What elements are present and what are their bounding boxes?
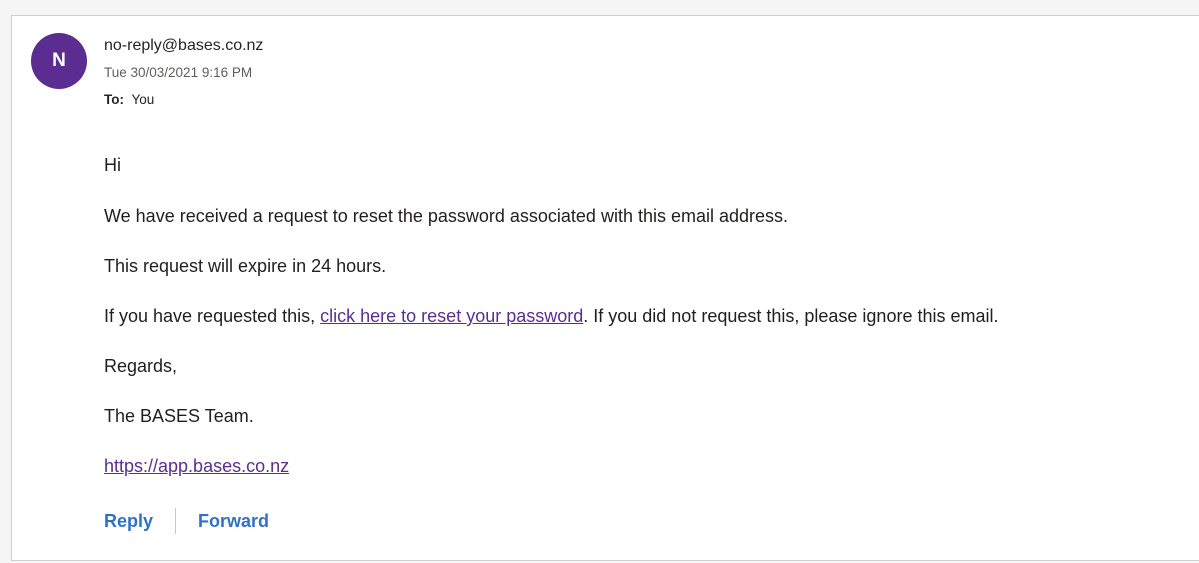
to-label: To: bbox=[104, 92, 124, 107]
body-line-expiry: This request will expire in 24 hours. bbox=[104, 256, 387, 276]
site-link[interactable]: https://app.bases.co.nz bbox=[104, 456, 289, 476]
forward-button[interactable]: Forward bbox=[198, 511, 269, 532]
reading-pane: N no-reply@bases.co.nz Tue 30/03/2021 9:… bbox=[0, 0, 1199, 563]
body-line-instructions: If you have requested this, click here t… bbox=[104, 304, 998, 328]
signature-text: The BASES Team. bbox=[104, 406, 254, 426]
reply-button[interactable]: Reply bbox=[104, 511, 153, 532]
reset-password-link[interactable]: click here to reset your password bbox=[320, 306, 583, 326]
body-line-request: We have received a request to reset the … bbox=[104, 206, 789, 226]
message-actions: Reply Forward bbox=[104, 508, 269, 534]
actions-divider bbox=[175, 508, 177, 534]
greeting-text: Hi bbox=[104, 155, 121, 175]
sent-date: Tue 30/03/2021 9:16 PM bbox=[104, 65, 253, 80]
instructions-prefix: If you have requested this, bbox=[104, 306, 321, 326]
recipient-name[interactable]: You bbox=[132, 92, 155, 107]
avatar-initial: N bbox=[52, 50, 66, 71]
recipient-line: To: You bbox=[104, 92, 154, 107]
instructions-suffix: . If you did not request this, please ig… bbox=[583, 306, 999, 326]
regards-text: Regards, bbox=[104, 356, 178, 376]
sender-address[interactable]: no-reply@bases.co.nz bbox=[104, 37, 263, 55]
email-message-card: N no-reply@bases.co.nz Tue 30/03/2021 9:… bbox=[11, 15, 1199, 561]
site-line: https://app.bases.co.nz bbox=[104, 454, 289, 478]
sender-avatar[interactable]: N bbox=[31, 33, 87, 89]
